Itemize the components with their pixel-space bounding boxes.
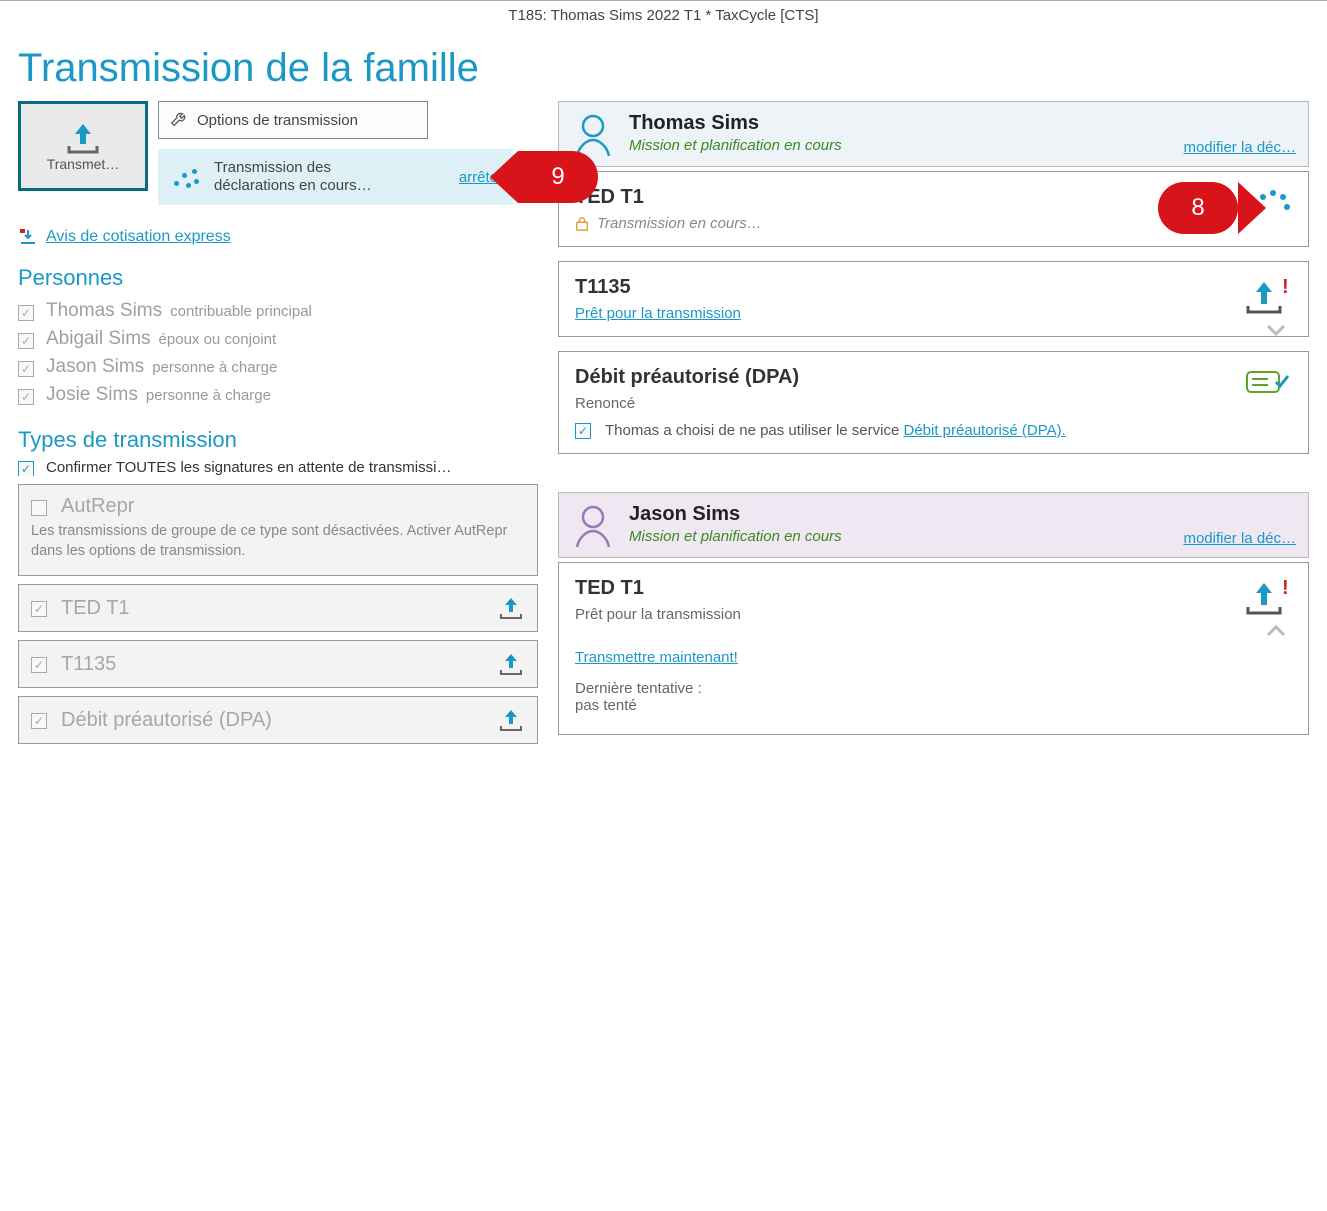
type-row[interactable]: TED T1 [18,584,538,632]
filing-title: Débit préautorisé (DPA) [575,366,1292,389]
wrench-icon [169,111,187,129]
transmit-button-label: Transmet… [47,156,120,172]
upload-alert-icon: ! [1242,278,1290,318]
person-role: contribuable principal [170,303,312,320]
filing-t1135: T1135 Prêt pour la transmission ! [558,261,1309,337]
filing-ready-link[interactable]: Prêt pour la transmission [575,305,741,322]
confirm-all-row[interactable]: Confirmer TOUTES les signatures en atten… [18,459,538,476]
upload-alert-icon: ! [1242,579,1290,619]
checkbox-icon[interactable] [31,657,47,673]
svg-text:!: ! [1282,579,1289,599]
transmission-status: Transmission des déclarations en cours… … [158,149,513,205]
checkbox-icon[interactable] [18,305,34,321]
spinner-icon [168,159,204,195]
callout-8: 8 [1158,182,1238,234]
panel-status: Mission et planification en cours [629,137,842,154]
checkbox-icon[interactable] [31,601,47,617]
avatar-icon [571,503,615,547]
person-header-jason: Jason Sims Mission et planification en c… [558,492,1309,558]
person-role: époux ou conjoint [159,331,277,348]
upload-icon[interactable] [497,595,525,621]
chevron-up-icon[interactable] [1266,625,1286,637]
avatar-icon [571,112,615,156]
transmit-button[interactable]: Transmet… [18,101,148,191]
window-title: T185: Thomas Sims 2022 T1 * TaxCycle [CT… [0,0,1327,30]
checkbox-icon[interactable] [18,333,34,349]
panel-name: Jason Sims [629,503,842,526]
dpa-info-text: Thomas a choisi de ne pas utiliser le se… [605,422,903,439]
page-title: Transmission de la famille [18,46,1309,91]
type-title: TED T1 [61,597,130,620]
filing-dpa: Débit préautorisé (DPA) Renoncé Thomas a… [558,351,1309,454]
filing-sub: Prêt pour la transmission [575,606,1292,623]
upload-icon[interactable] [497,707,525,733]
person-role: personne à charge [146,387,271,404]
svg-text:!: ! [1282,278,1289,298]
type-disabled-box: AutRepr Les transmissions de groupe de c… [18,484,538,576]
person-row[interactable]: Josie Sims personne à charge [18,381,538,409]
notice-link[interactable]: Avis de cotisation express [46,228,231,246]
checkbox-icon[interactable] [18,389,34,405]
download-flag-icon [18,227,38,247]
modify-link[interactable]: modifier la déc… [1183,139,1296,156]
chevron-down-icon[interactable] [1266,324,1286,336]
last-attempt-value: pas tenté [575,697,1292,714]
person-name: Thomas Sims [46,300,162,322]
filing-title: T1135 [575,276,1292,299]
types-heading: Types de transmission [18,427,538,453]
dpa-info-row: Thomas a choisi de ne pas utiliser le se… [575,422,1292,439]
options-button-label: Options de transmission [197,112,358,129]
filing-sub: Transmission en cours… [597,215,762,232]
form-check-icon [1246,368,1290,396]
panel-status: Mission et planification en cours [629,528,842,545]
filing-sub: Renoncé [575,395,1292,412]
person-header-thomas: Thomas Sims Mission et planification en … [558,101,1309,167]
checkbox-icon[interactable] [18,461,34,477]
type-row[interactable]: T1135 [18,640,538,688]
confirm-label: Confirmer TOUTES les signatures en atten… [46,459,451,476]
person-row[interactable]: Jason Sims personne à charge [18,353,538,381]
person-role: personne à charge [152,359,277,376]
person-name: Josie Sims [46,384,138,406]
upload-icon[interactable] [497,651,525,677]
modify-link[interactable]: modifier la déc… [1183,530,1296,547]
filing-title: TED T1 [575,577,1292,600]
type-title: T1135 [61,653,116,676]
person-row[interactable]: Thomas Sims contribuable principal [18,297,538,325]
filing-ted-t1-jason: TED T1 Prêt pour la transmission ! Trans… [558,562,1309,735]
person-name: Jason Sims [46,356,144,378]
last-attempt-label: Dernière tentative : [575,680,1292,697]
panel-name: Thomas Sims [629,112,842,135]
transmit-now-link[interactable]: Transmettre maintenant! [575,649,738,666]
type-title: AutRepr [61,495,134,518]
filing-ted-t1: TED T1 Transmission en cours… 8 [558,171,1309,247]
checkbox-icon[interactable] [31,713,47,729]
type-title: Débit préautorisé (DPA) [61,709,272,732]
checkbox-icon[interactable] [575,423,591,439]
upload-icon [63,120,103,156]
callout-9: 9 [518,151,598,203]
status-text: Transmission des déclarations en cours… [214,159,414,195]
person-name: Abigail Sims [46,328,151,350]
checkbox-icon [31,500,47,516]
person-row[interactable]: Abigail Sims époux ou conjoint [18,325,538,353]
dpa-info-link[interactable]: Débit préautorisé (DPA). [903,422,1065,439]
lock-icon [575,216,589,232]
checkbox-icon[interactable] [18,361,34,377]
type-subtext: Les transmissions de groupe de ce type s… [31,522,525,561]
people-heading: Personnes [18,265,538,291]
options-button[interactable]: Options de transmission [158,101,428,139]
type-row[interactable]: Débit préautorisé (DPA) [18,696,538,744]
